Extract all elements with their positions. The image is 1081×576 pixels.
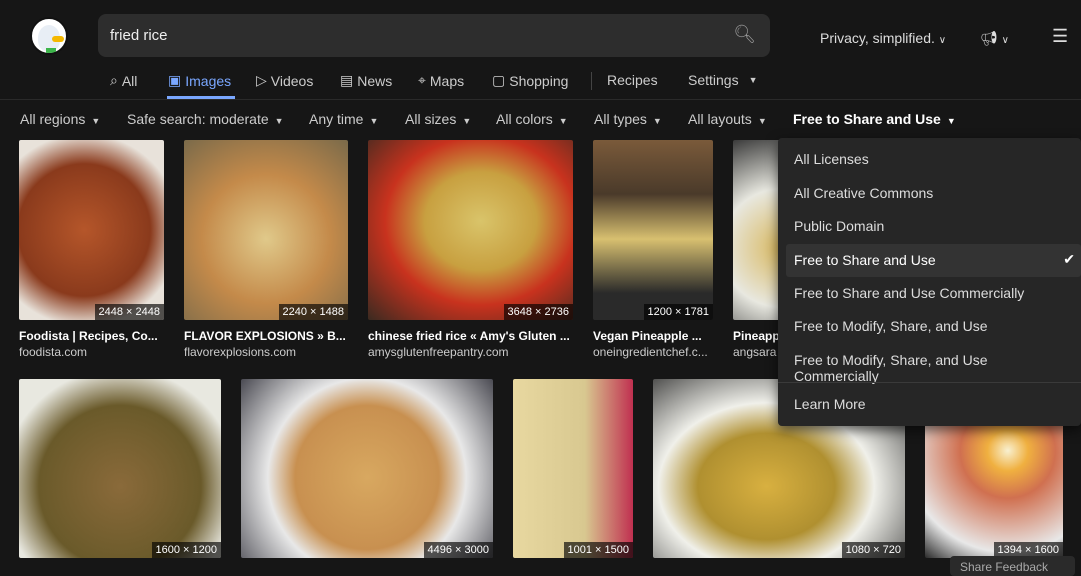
image-dimensions: 2448 × 2448 — [94, 304, 164, 320]
result-domain: amysglutenfreepantry.com — [368, 345, 509, 359]
tab-label: Shopping — [509, 72, 569, 89]
filter-label: All regions — [20, 111, 86, 127]
image-dimensions: 2240 × 1488 — [278, 304, 348, 320]
filter-label: All colors — [496, 111, 553, 127]
play-icon: ▷ — [256, 72, 267, 88]
license-option[interactable]: All Licenses — [786, 143, 1081, 176]
option-label: Learn More — [794, 396, 866, 412]
filter-label: All sizes — [405, 111, 457, 127]
image-result[interactable]: 1001 × 1500 — [513, 379, 633, 558]
license-option-selected[interactable]: Free to Share and Use ✔ — [786, 244, 1081, 277]
tab-label: Images — [185, 72, 232, 89]
result-title[interactable]: Vegan Pineapple ... — [593, 329, 713, 343]
newspaper-icon: ▤ — [340, 72, 354, 88]
tab-label: Settings — [688, 72, 739, 88]
tab-label: All — [121, 72, 138, 89]
filter-label: All layouts — [688, 111, 752, 127]
tab-recipes[interactable]: Recipes — [607, 72, 658, 88]
result-title[interactable]: Foodista | Recipes, Co... — [19, 329, 169, 343]
filter-label: All types — [594, 111, 647, 127]
checkmark-icon: ✔ — [1063, 251, 1075, 267]
license-option[interactable]: Free to Modify, Share, and Use Commercia… — [786, 344, 1081, 384]
tab-maps[interactable]: ⌖ Maps — [418, 72, 464, 89]
filter-label: Free to Share and Use — [793, 111, 941, 127]
hamburger-icon[interactable]: ☰ — [1052, 26, 1068, 47]
result-domain: oneingredientchef.c... — [593, 345, 708, 359]
image-result[interactable]: 2448 × 2448 — [19, 140, 164, 320]
filter-types[interactable]: All types ▼ — [594, 111, 662, 127]
result-title[interactable]: chinese fried rice « Amy's Gluten ... — [368, 329, 573, 343]
privacy-label: Privacy, simplified. — [820, 30, 935, 46]
filter-license[interactable]: Free to Share and Use ▼ — [793, 111, 956, 127]
share-feedback-button[interactable]: Share Feedback — [950, 556, 1075, 576]
option-label: Free to Share and Use Commercially — [794, 285, 1025, 301]
filter-label: Any time — [309, 111, 364, 127]
filter-layouts[interactable]: All layouts ▼ — [688, 111, 767, 127]
image-dimensions: 3648 × 2736 — [503, 304, 573, 320]
filter-time[interactable]: Any time ▼ — [309, 111, 378, 127]
filter-regions[interactable]: All regions ▼ — [20, 111, 100, 127]
search-input[interactable]: fried rice 🔍︎ — [98, 14, 770, 57]
option-label: Free to Modify, Share, and Use — [794, 318, 988, 334]
tab-label: Recipes — [607, 72, 658, 88]
result-caption[interactable]: chinese fried rice « Amy's Gluten ... amy… — [368, 329, 573, 359]
privacy-dropdown[interactable]: Privacy, simplified. ∨ — [820, 30, 946, 46]
image-result[interactable]: 4496 × 3000 — [241, 379, 493, 558]
tab-images[interactable]: ▣ Images — [168, 72, 231, 89]
image-result[interactable]: 3648 × 2736 — [368, 140, 573, 320]
search-query[interactable]: fried rice — [110, 27, 168, 44]
option-label: All Licenses — [794, 151, 869, 167]
license-option[interactable]: All Creative Commons — [786, 177, 1081, 210]
image-dimensions: 1600 × 1200 — [151, 542, 221, 558]
map-pin-icon: ⌖ — [418, 72, 426, 88]
search-icon[interactable]: 🔍︎ — [733, 24, 756, 45]
license-option[interactable]: Free to Share and Use Commercially — [786, 277, 1081, 310]
tab-label: Maps — [429, 72, 465, 89]
tab-label: Videos — [270, 72, 314, 89]
image-dimensions: 4496 × 3000 — [423, 542, 493, 558]
result-caption[interactable]: FLAVOR EXPLOSIONS » B... flavorexplosions… — [184, 329, 348, 359]
filter-safe-search[interactable]: Safe search: moderate ▼ — [127, 111, 284, 127]
option-label: Free to Modify, Share, and Use Commercia… — [794, 352, 988, 384]
result-caption[interactable]: Vegan Pineapple ... oneingredientchef.c..… — [593, 329, 713, 359]
filter-label: Safe search: moderate — [127, 111, 269, 127]
image-dimensions: 1001 × 1500 — [563, 542, 633, 558]
option-label: All Creative Commons — [794, 185, 934, 201]
option-label: Public Domain — [794, 218, 885, 234]
image-result[interactable]: 1600 × 1200 — [19, 379, 221, 558]
nav-divider — [591, 72, 592, 90]
license-option[interactable]: Public Domain — [786, 210, 1081, 243]
tab-news[interactable]: ▤ News — [340, 72, 392, 89]
tab-videos[interactable]: ▷ Videos — [256, 72, 313, 89]
duckduckgo-logo[interactable] — [30, 17, 68, 55]
learn-more-link[interactable]: Learn More — [786, 388, 1081, 421]
filter-colors[interactable]: All colors ▼ — [496, 111, 568, 127]
tab-shopping[interactable]: ▢ Shopping — [492, 72, 568, 89]
tab-label: News — [357, 72, 393, 89]
settings-dropdown[interactable]: Settings ▼ — [688, 72, 758, 88]
search-icon: ⌕ — [110, 72, 118, 88]
license-option[interactable]: Free to Modify, Share, and Use — [786, 310, 1081, 343]
shopping-bag-icon: ▢ — [492, 72, 506, 88]
tab-all[interactable]: ⌕ All — [110, 72, 137, 89]
menu-divider — [778, 382, 1081, 383]
result-title[interactable]: Pineapp — [733, 329, 783, 343]
header-divider — [0, 99, 1081, 100]
image-dimensions: 1080 × 720 — [841, 542, 905, 558]
license-dropdown-menu[interactable]: All Licenses All Creative Commons Public… — [778, 138, 1081, 426]
image-result[interactable]: 1200 × 1781 — [593, 140, 713, 320]
filter-sizes[interactable]: All sizes ▼ — [405, 111, 471, 127]
result-domain: angsara — [733, 345, 777, 359]
image-result[interactable]: 2240 × 1488 — [184, 140, 348, 320]
image-dimensions: 1200 × 1781 — [643, 304, 713, 320]
megaphone-icon[interactable]: 📢︎ ∨ — [980, 30, 1009, 47]
option-label: Free to Share and Use — [794, 252, 936, 268]
result-title[interactable]: FLAVOR EXPLOSIONS » B... — [184, 329, 348, 343]
result-domain: flavorexplosions.com — [184, 345, 297, 359]
image-icon: ▣ — [168, 72, 182, 88]
result-caption[interactable]: Foodista | Recipes, Co... foodista.com — [19, 329, 169, 359]
result-domain: foodista.com — [19, 345, 88, 359]
result-caption[interactable]: Pineapp angsara — [733, 329, 783, 359]
